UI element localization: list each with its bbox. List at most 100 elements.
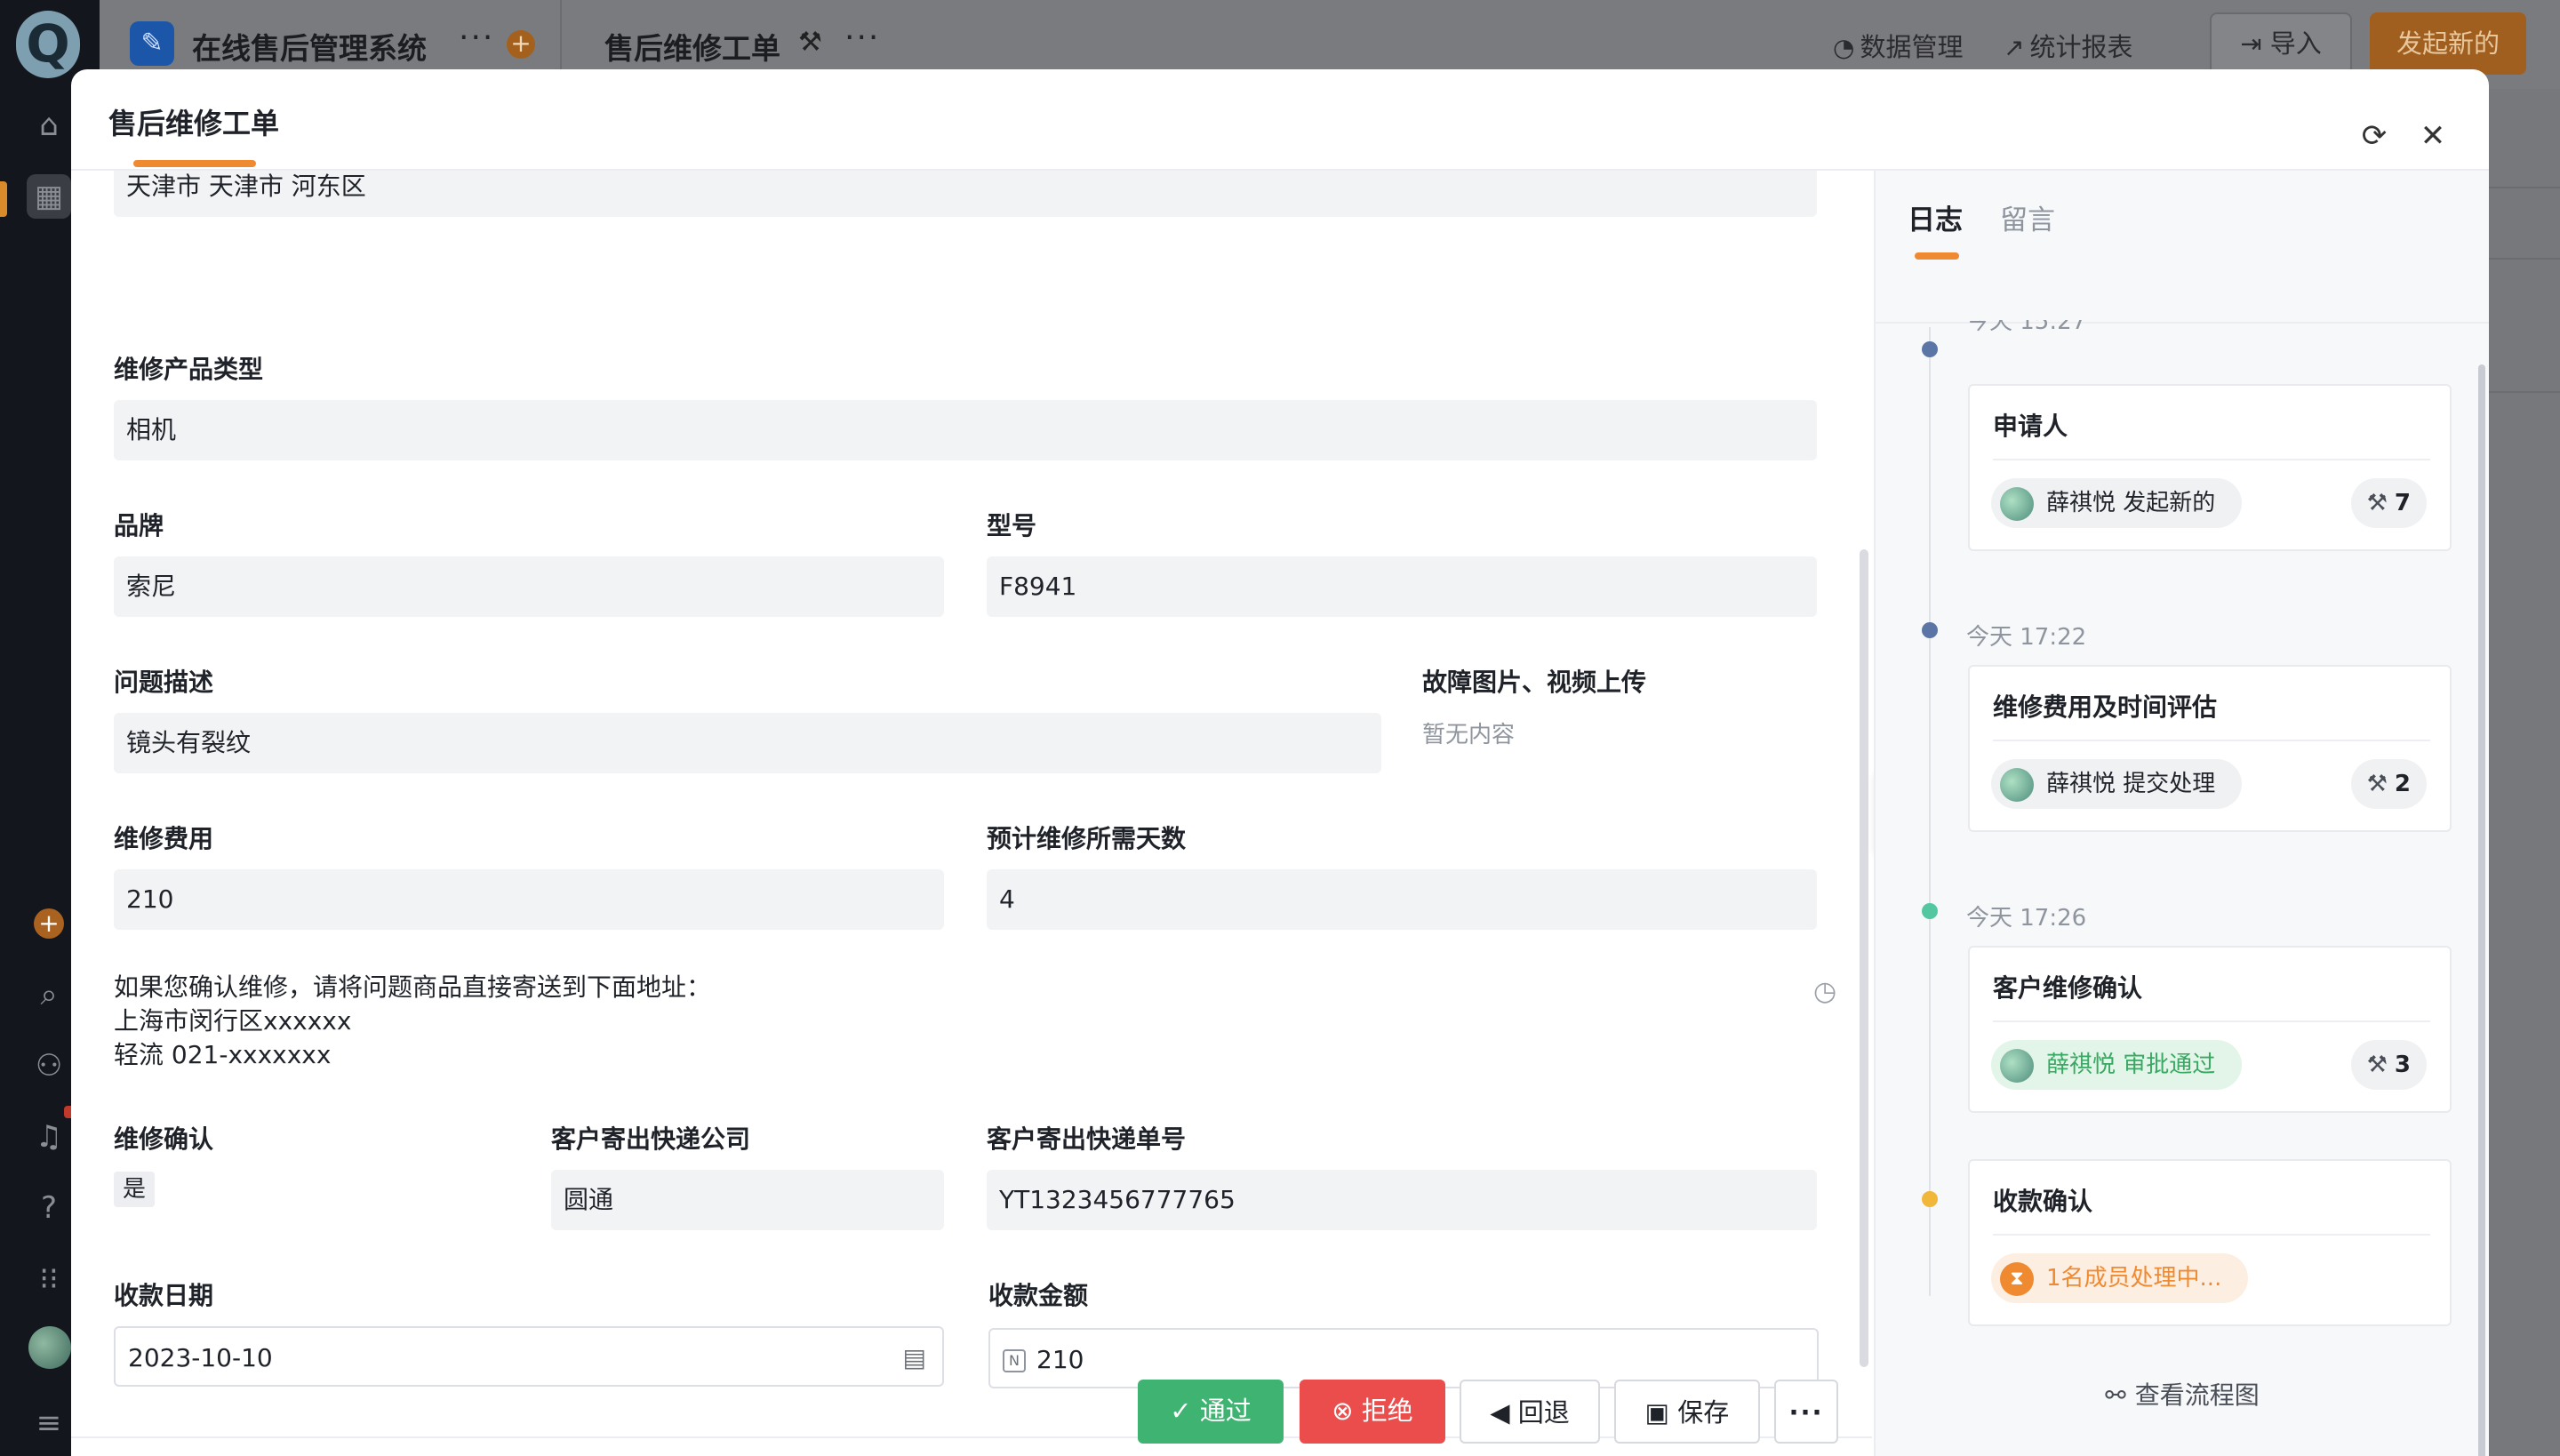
app-add-icon[interactable]: + bbox=[507, 30, 535, 59]
card-divider bbox=[1993, 459, 2430, 460]
log-entry-count[interactable]: ⚒ 3 bbox=[2350, 1040, 2427, 1090]
card-divider bbox=[1993, 740, 2430, 741]
log-entry-count-value: 7 bbox=[2394, 490, 2411, 516]
search-icon[interactable]: ⌕ bbox=[27, 972, 71, 1017]
upload-empty-text: 暂无内容 bbox=[1422, 722, 1516, 748]
app-title[interactable]: 在线售后管理系统 bbox=[192, 25, 427, 68]
log-time-partial: 今天 15:27 bbox=[1966, 320, 2087, 334]
timeline-line bbox=[1929, 327, 1931, 1296]
pay-date-field[interactable]: 2023-10-10 ▤ bbox=[114, 1326, 944, 1387]
apps-grid-icon[interactable]: ▦ bbox=[27, 174, 71, 219]
log-entry-title: 客户维修确认 bbox=[1993, 973, 2143, 1003]
address-field[interactable]: 天津市 天津市 河东区 bbox=[114, 171, 1817, 217]
courier-field[interactable]: 圆通 bbox=[551, 1170, 944, 1230]
pay-amount-label: 收款金额 bbox=[988, 1281, 1089, 1310]
view-flowchart-label: 查看流程图 bbox=[2134, 1380, 2260, 1410]
flowchart-icon: ⚯ bbox=[2105, 1380, 2126, 1410]
contacts-icon[interactable]: ⚇ bbox=[27, 1044, 71, 1088]
tab-underline bbox=[1915, 252, 1959, 260]
chart-line-icon: ↗ bbox=[2004, 33, 2025, 62]
home-icon[interactable]: ⌂ bbox=[27, 103, 71, 148]
avatar bbox=[2000, 768, 2034, 802]
tracking-field[interactable]: YT1323456777765 bbox=[987, 1170, 1817, 1230]
reject-button[interactable]: ⊗ 拒绝 bbox=[1300, 1380, 1445, 1444]
app-logo[interactable]: Q bbox=[16, 11, 80, 78]
rollback-label: 回退 bbox=[1517, 1397, 1570, 1428]
brand-label: 品牌 bbox=[114, 511, 164, 540]
log-entry-count[interactable]: ⚒ 2 bbox=[2350, 759, 2427, 809]
log-entry-time: 今天 17:22 bbox=[1966, 624, 2087, 651]
expand-menu-icon[interactable]: ≡ bbox=[27, 1401, 71, 1445]
shipping-notice: 如果您确认维修，请将问题商品直接寄送到下面地址： 上海市闵行区xxxxxx 轻流… bbox=[114, 971, 711, 1072]
rollback-button[interactable]: ◀ 回退 bbox=[1460, 1380, 1600, 1444]
log-entry-time: 今天 17:26 bbox=[1966, 905, 2087, 932]
save-button[interactable]: ▣ 保存 bbox=[1614, 1380, 1760, 1444]
top-separator bbox=[560, 0, 562, 71]
log-entry-pending-chip[interactable]: ⧗ 1名成员处理中... bbox=[1991, 1253, 2249, 1303]
save-icon: ▣ bbox=[1644, 1397, 1678, 1428]
pay-amount-value: 210 bbox=[1036, 1345, 1084, 1374]
hourglass-icon: ⧗ bbox=[2000, 1262, 2034, 1296]
log-entry-user: 薛祺悦 bbox=[2046, 771, 2116, 797]
notice-line: 如果您确认维修，请将问题商品直接寄送到下面地址： bbox=[114, 972, 712, 1002]
app-more-icon[interactable]: ··· bbox=[459, 20, 494, 56]
import-label: 导入 bbox=[2269, 28, 2322, 59]
close-icon[interactable]: ✕ bbox=[2411, 114, 2455, 158]
stats-report-link[interactable]: ↗ 统计报表 bbox=[2004, 27, 2132, 64]
apps-dots-icon[interactable]: ⁝⁝ bbox=[27, 1257, 71, 1301]
log-entry-count[interactable]: ⚒ 7 bbox=[2350, 478, 2427, 528]
model-field[interactable]: F8941 bbox=[987, 556, 1817, 617]
x-circle-icon: ⊗ bbox=[1332, 1396, 1362, 1426]
modal-title: 售后维修工单 bbox=[108, 107, 280, 140]
page-more-icon[interactable]: ··· bbox=[844, 20, 880, 56]
bell-icon[interactable]: ♫ bbox=[27, 1115, 71, 1159]
more-actions-button[interactable]: ··· bbox=[1774, 1380, 1838, 1444]
days-label: 预计维修所需天数 bbox=[987, 824, 1187, 853]
calendar-icon[interactable]: ▤ bbox=[903, 1328, 926, 1388]
days-field[interactable]: 4 bbox=[987, 869, 1817, 930]
confirm-value-tag: 是 bbox=[114, 1172, 156, 1207]
product-type-field[interactable]: 相机 bbox=[114, 400, 1817, 460]
approve-label: 通过 bbox=[1199, 1396, 1252, 1426]
rail-active-indicator bbox=[0, 181, 7, 217]
approve-button[interactable]: ✓ 通过 bbox=[1138, 1380, 1284, 1444]
rail-add-icon[interactable]: + bbox=[34, 908, 64, 939]
issue-field[interactable]: 镜头有裂纹 bbox=[114, 713, 1381, 773]
notice-line: 轻流 021-xxxxxxx bbox=[114, 1040, 332, 1069]
tab-comments[interactable]: 留言 bbox=[2000, 197, 2055, 237]
view-flowchart-link[interactable]: ⚯ 查看流程图 bbox=[1876, 1376, 2489, 1412]
import-button[interactable]: ⇥ 导入 bbox=[2210, 12, 2352, 75]
log-entry-action: 1名成员处理中... bbox=[2046, 1265, 2222, 1292]
refresh-icon[interactable]: ⟳ bbox=[2352, 114, 2396, 158]
history-icon[interactable]: ◷ bbox=[1813, 976, 1836, 1007]
form-scrollbar[interactable] bbox=[1860, 549, 1868, 1367]
timeline-dot bbox=[1922, 341, 1938, 357]
work-order-modal: 售后维修工单 ⟳ ✕ 天津市 天津市 河东区 维修产品类型 相机 品牌 索尼 型… bbox=[71, 69, 2489, 1456]
cost-field[interactable]: 210 bbox=[114, 869, 944, 930]
log-entry-user-chip[interactable]: 薛祺悦 审批通过 bbox=[1991, 1040, 2243, 1090]
log-entry-user-chip[interactable]: 薛祺悦 发起新的 bbox=[1991, 478, 2243, 528]
pay-date-value: 2023-10-10 bbox=[128, 1343, 273, 1372]
number-icon: N bbox=[1003, 1349, 1026, 1372]
log-entry-card: 客户维修确认 薛祺悦 审批通过 ⚒ 3 bbox=[1968, 946, 2452, 1113]
page-settings-icon[interactable]: ⚒ bbox=[798, 27, 822, 58]
wrench-icon: ⚒ bbox=[2366, 490, 2388, 516]
confirm-label: 维修确认 bbox=[114, 1124, 214, 1154]
log-scrollbar[interactable] bbox=[2478, 364, 2485, 1456]
tab-log[interactable]: 日志 bbox=[1908, 197, 1963, 237]
timeline-dot bbox=[1922, 903, 1938, 919]
log-entry-count-value: 2 bbox=[2394, 771, 2411, 797]
model-label: 型号 bbox=[987, 511, 1037, 540]
log-entry-title: 申请人 bbox=[1993, 412, 2068, 441]
background-row-divider bbox=[2489, 187, 2560, 188]
log-entry-user-chip[interactable]: 薛祺悦 提交处理 bbox=[1991, 759, 2243, 809]
background-row-divider bbox=[2489, 258, 2560, 260]
card-divider bbox=[1993, 1234, 2430, 1236]
brand-field[interactable]: 索尼 bbox=[114, 556, 944, 617]
user-avatar[interactable] bbox=[28, 1326, 71, 1369]
help-icon[interactable]: ? bbox=[27, 1186, 71, 1230]
data-management-link[interactable]: ◔ 数据管理 bbox=[1833, 27, 1963, 64]
log-entry-user: 薛祺悦 bbox=[2046, 490, 2116, 516]
rollback-icon: ◀ bbox=[1490, 1397, 1518, 1428]
new-button[interactable]: 发起新的 bbox=[2370, 12, 2526, 75]
